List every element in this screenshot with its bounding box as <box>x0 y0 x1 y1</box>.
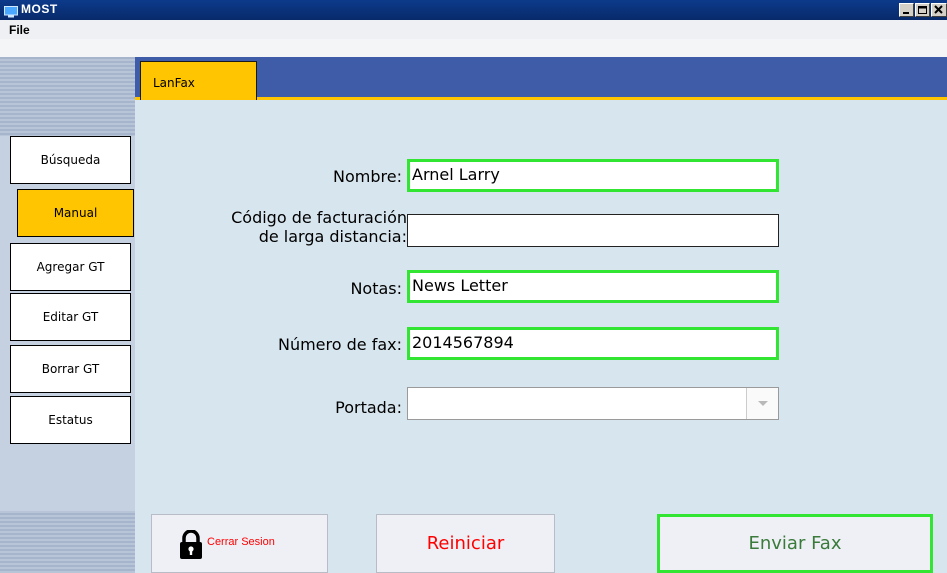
minimize-button[interactable] <box>899 3 914 17</box>
notas-value: News Letter <box>412 276 508 295</box>
nombre-value: Arnel Larry <box>412 165 500 184</box>
logout-label: Cerrar Sesion <box>207 536 275 548</box>
codigo-label-line2: de larga distancia: <box>258 227 407 246</box>
codigo-field[interactable] <box>407 214 779 247</box>
sidebar-item-borrar-gt[interactable]: Borrar GT <box>10 345 131 393</box>
codigo-label: Código de facturación de larga distancia… <box>231 208 407 246</box>
sidebar-item-agregar-gt[interactable]: Agregar GT <box>10 243 131 291</box>
sidebar-item-manual[interactable]: Manual <box>17 189 134 237</box>
tab-label: LanFax <box>153 76 195 90</box>
monitor-icon <box>4 3 18 18</box>
menu-bar: File <box>0 20 947 40</box>
portada-dropdown[interactable] <box>407 387 779 420</box>
sidebar-item-label: Manual <box>53 206 98 220</box>
portada-label: Portada: <box>335 398 402 417</box>
send-fax-label: Enviar Fax <box>748 533 842 554</box>
tab-lanfax[interactable]: LanFax <box>140 61 257 100</box>
sidebar-item-label: Agregar GT <box>36 260 105 274</box>
send-fax-button[interactable]: Enviar Fax <box>657 514 933 573</box>
codigo-label-line1: Código de facturación <box>231 208 407 227</box>
sidebar-item-label: Búsqueda <box>40 153 101 167</box>
sidebar-item-busqueda[interactable]: Búsqueda <box>10 136 131 184</box>
fax-number-field[interactable]: 2014567894 <box>407 327 779 360</box>
maximize-button[interactable] <box>915 3 930 17</box>
fax-number-value: 2014567894 <box>412 333 514 352</box>
notas-field[interactable]: News Letter <box>407 270 779 303</box>
sidebar-item-editar-gt[interactable]: Editar GT <box>10 293 131 341</box>
notas-label: Notas: <box>350 279 402 298</box>
tab-strip: LanFax <box>135 57 947 100</box>
main-panel: LanFax Nombre: Arnel Larry Código de fac… <box>135 57 947 573</box>
window-title: MOST <box>21 2 58 16</box>
chevron-down-icon[interactable] <box>746 388 778 419</box>
sidebar-item-label: Borrar GT <box>41 362 100 376</box>
sidebar-item-label: Editar GT <box>42 310 99 324</box>
nombre-label: Nombre: <box>333 167 402 186</box>
lock-icon <box>179 529 203 560</box>
menu-file[interactable]: File <box>9 23 30 37</box>
title-bar: MOST <box>0 0 947 20</box>
reset-label: Reiniciar <box>426 533 505 554</box>
sidebar-item-label: Estatus <box>48 413 93 427</box>
logout-button[interactable]: Cerrar Sesion <box>151 514 328 573</box>
reset-button[interactable]: Reiniciar <box>376 514 555 573</box>
fax-label: Número de fax: <box>277 335 402 354</box>
sidebar-item-estatus[interactable]: Estatus <box>10 396 131 444</box>
sidebar: Búsqueda Manual Agregar GT Editar GT Bor… <box>0 57 135 573</box>
nombre-field[interactable]: Arnel Larry <box>407 159 779 192</box>
close-button[interactable] <box>931 3 947 17</box>
toolbar-spacer <box>0 39 947 57</box>
